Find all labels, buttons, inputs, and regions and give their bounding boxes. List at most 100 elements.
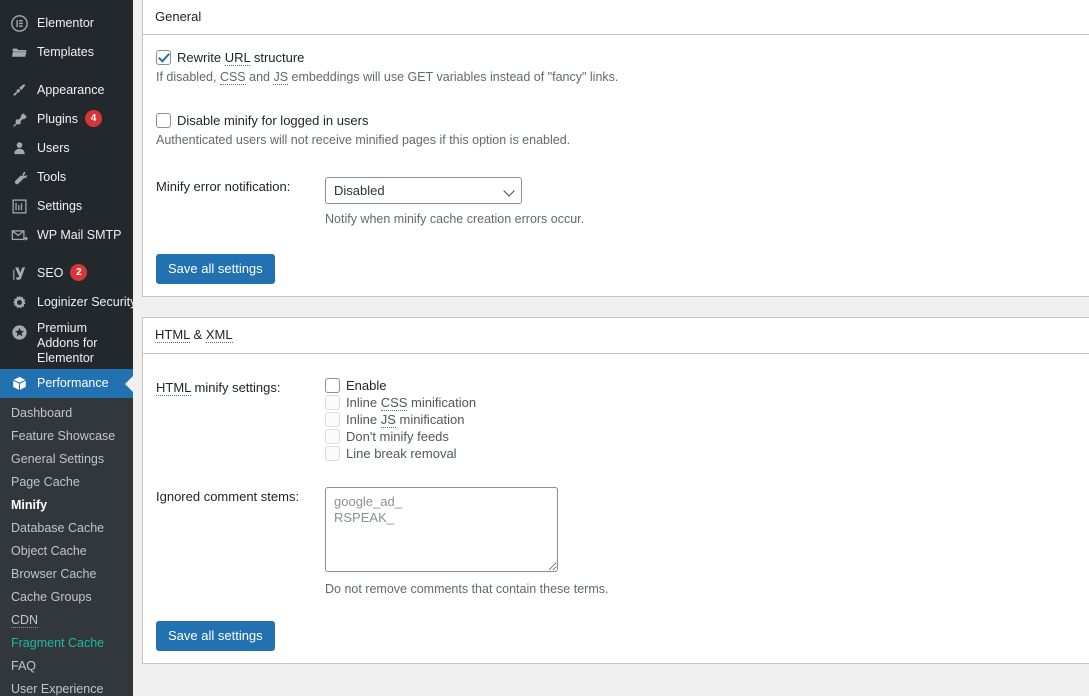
- rewrite-url-description: If disabled, CSS and JS embeddings will …: [156, 68, 1077, 87]
- sidebar-item-settings[interactable]: Settings: [0, 192, 133, 221]
- submenu-item-faq[interactable]: FAQ: [0, 655, 133, 678]
- sidebar-item-templates[interactable]: Templates: [0, 38, 133, 67]
- package-icon: [9, 374, 29, 394]
- html-xml-panel-body: HTML minify settings: Enable Inline CSS …: [143, 354, 1089, 664]
- html-xml-panel-title: HTML & XML: [143, 318, 1089, 354]
- line-break-removal-label: Line break removal: [346, 445, 457, 461]
- rewrite-url-row: Rewrite URL structure If disabled, CSS a…: [143, 36, 1089, 87]
- sliders-icon: [9, 197, 29, 217]
- submenu-item-dashboard[interactable]: Dashboard: [0, 402, 133, 425]
- seo-notification-badge: 2: [70, 264, 88, 281]
- general-panel: General Rewrite URL structure If disable…: [142, 0, 1089, 298]
- submenu-label: User Experience: [11, 682, 104, 696]
- admin-sidebar: Elementor Templates Appearance Plugins 4: [0, 0, 133, 696]
- general-panel-body: Rewrite URL structure If disabled, CSS a…: [143, 35, 1089, 296]
- submenu-item-page-cache[interactable]: Page Cache: [0, 471, 133, 494]
- settings-content: General Rewrite URL structure If disable…: [133, 0, 1089, 696]
- sidebar-item-label: WP Mail SMTP: [37, 228, 122, 243]
- ignored-comment-stems-description: Do not remove comments that contain thes…: [325, 581, 609, 596]
- desc-part-2: and: [245, 70, 274, 85]
- html-minify-enable-checkbox[interactable]: [325, 377, 340, 393]
- html-minify-enable-label: Enable: [346, 377, 387, 393]
- yoast-icon: [9, 264, 29, 284]
- minify-error-notification-select[interactable]: Disabled: [325, 176, 522, 204]
- html-xml-panel: HTML & XML HTML minify settings: Enable …: [142, 317, 1089, 665]
- submenu-item-feature-showcase[interactable]: Feature Showcase: [0, 425, 133, 448]
- star-circle-icon: [9, 322, 29, 342]
- label-post: minification: [395, 411, 465, 427]
- line-break-removal-checkbox: [325, 445, 340, 461]
- disable-minify-checkbox[interactable]: [156, 112, 171, 128]
- general-panel-title: General: [143, 0, 1089, 36]
- submenu-label: CDN: [11, 613, 39, 628]
- ignored-comment-stems-textarea[interactable]: [325, 486, 558, 572]
- elementor-icon: [9, 14, 29, 34]
- submenu-item-cache-groups[interactable]: Cache Groups: [0, 586, 133, 609]
- label-rest: minify settings:: [190, 379, 281, 395]
- title-sep: &: [189, 327, 206, 343]
- html-abbr-label: HTML: [156, 379, 191, 396]
- submenu-item-object-cache[interactable]: Object Cache: [0, 540, 133, 563]
- submenu-item-minify[interactable]: Minify: [0, 494, 133, 517]
- disable-minify-checkline: Disable minify for logged in users: [156, 112, 1077, 129]
- sidebar-item-label: Tools: [37, 170, 67, 185]
- submenu-label: Cache Groups: [11, 590, 92, 604]
- sidebar-item-label: Appearance: [37, 83, 105, 98]
- submenu-label: Minify: [11, 498, 48, 512]
- sidebar-item-appearance[interactable]: Appearance: [0, 76, 133, 105]
- sidebar-item-seo[interactable]: SEO 2: [0, 259, 133, 288]
- menu-separator: [0, 250, 133, 259]
- menu-separator: [0, 67, 133, 76]
- wrench-icon: [9, 168, 29, 188]
- sidebar-item-label: Settings: [37, 199, 83, 214]
- html-minify-settings-row: HTML minify settings: Enable Inline CSS …: [143, 355, 1089, 471]
- sidebar-item-label: Templates: [37, 45, 94, 60]
- sidebar-item-loginizer-security[interactable]: Loginizer Security: [0, 288, 133, 317]
- inline-js-minification-label: Inline JS minification: [340, 411, 465, 428]
- submenu-item-fragment-cache[interactable]: Fragment Cache: [0, 632, 133, 655]
- html-minify-settings-options: Enable Inline CSS minification Inline JS…: [325, 377, 1089, 462]
- rewrite-url-checkbox[interactable]: [156, 50, 171, 66]
- submenu-item-browser-cache[interactable]: Browser Cache: [0, 563, 133, 586]
- user-icon: [9, 139, 29, 159]
- sidebar-item-plugins[interactable]: Plugins 4: [0, 105, 133, 134]
- html-minify-enable-line: Enable: [325, 377, 1077, 394]
- js-abbr: JS: [273, 70, 289, 86]
- inline-css-minification-checkbox: [325, 394, 340, 410]
- minify-error-notification-label: Minify error notification:: [156, 178, 291, 194]
- ignored-comment-stems-control: Do not remove comments that contain thes…: [325, 486, 1089, 599]
- submenu-label: Feature Showcase: [11, 429, 116, 443]
- disable-minify-description: Authenticated users will not receive min…: [156, 132, 571, 147]
- inline-css-minification-label: Inline CSS minification: [340, 394, 476, 411]
- submenu-item-general-settings[interactable]: General Settings: [0, 448, 133, 471]
- disable-minify-label: Disable minify for logged in users: [177, 112, 369, 128]
- url-abbr: URL: [224, 50, 251, 67]
- sidebar-item-users[interactable]: Users: [0, 134, 133, 163]
- submenu-label: Dashboard: [11, 406, 73, 420]
- sidebar-item-premium-addons[interactable]: Premium Addons for Elementor: [0, 317, 133, 365]
- sidebar-item-wp-mail-smtp[interactable]: WP Mail SMTP: [0, 221, 133, 250]
- submenu-item-user-experience[interactable]: User Experience: [0, 678, 133, 696]
- minify-error-notification-row: Minify error notification: Disabled Noti…: [143, 150, 1089, 238]
- sidebar-item-tools[interactable]: Tools: [0, 163, 133, 192]
- sidebar-item-elementor[interactable]: Elementor: [0, 9, 133, 38]
- submenu-label: Fragment Cache: [11, 636, 105, 650]
- save-all-settings-button-html[interactable]: Save all settings: [156, 621, 275, 652]
- sidebar-item-performance[interactable]: Performance: [0, 369, 133, 398]
- minify-error-notification-control: Disabled Notify when minify cache creati…: [325, 176, 1089, 229]
- rewrite-label-pre: Rewrite: [177, 50, 225, 66]
- save-all-settings-button-general[interactable]: Save all settings: [156, 254, 275, 285]
- paintbrush-icon: [9, 81, 29, 101]
- performance-submenu: Dashboard Feature Showcase General Setti…: [0, 398, 133, 696]
- dont-minify-feeds-label: Don't minify feeds: [346, 428, 449, 444]
- rewrite-url-label: Rewrite URL structure: [171, 50, 304, 67]
- sidebar-item-label: Performance: [37, 376, 109, 391]
- envelope-icon: [9, 226, 29, 246]
- submenu-item-database-cache[interactable]: Database Cache: [0, 517, 133, 540]
- submenu-label: Browser Cache: [11, 567, 97, 581]
- general-submit-wrap: Save all settings: [143, 237, 1089, 288]
- line-break-removal-line: Line break removal: [325, 445, 1077, 462]
- css-abbr: CSS: [380, 394, 408, 411]
- submenu-item-cdn[interactable]: CDN: [0, 609, 133, 632]
- dont-minify-feeds-line: Don't minify feeds: [325, 428, 1077, 445]
